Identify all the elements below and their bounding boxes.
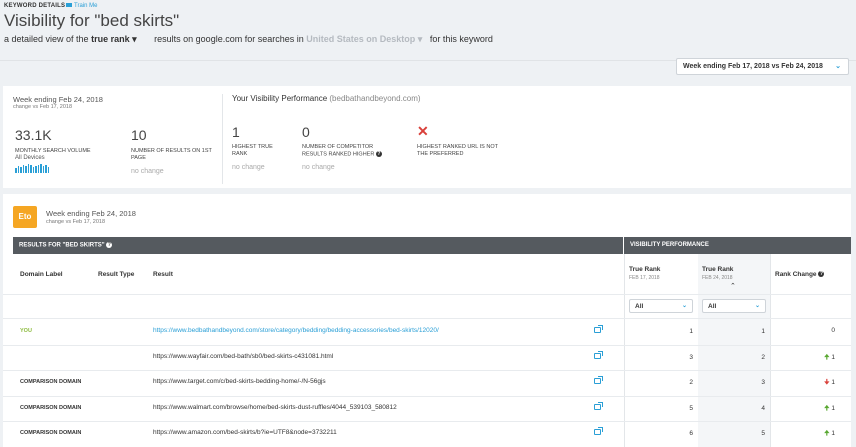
rank-prev: 1 (689, 328, 693, 335)
badge-icon: Eto (13, 206, 37, 228)
results-first-page-change: no change (131, 168, 164, 175)
competitors-higher-value: 0 (302, 124, 310, 140)
visibility-bar: VISIBILITY PERFORMANCE (624, 237, 851, 254)
col-rank-change[interactable]: Rank Change ? (775, 271, 825, 278)
table-row: COMPARISON DOMAIN https://www.walmart.co… (3, 396, 851, 422)
rank-change: 🠋 1 (824, 379, 835, 386)
result-url-link[interactable]: https://www.walmart.com/browse/home/bed-… (153, 404, 397, 411)
arrow-up-icon: 🠉 (824, 354, 830, 361)
domain-label: COMPARISON DOMAIN (20, 379, 82, 385)
arrow-down-icon: 🠋 (824, 379, 830, 386)
rank-current: 1 (761, 328, 765, 335)
rank-prev: 5 (689, 405, 693, 412)
result-url-link[interactable]: https://www.bedbathandbeyond.com/store/c… (153, 327, 439, 334)
result-url-link[interactable]: https://www.target.com/c/bed-skirts-bedd… (153, 378, 326, 385)
external-link-icon[interactable] (594, 376, 603, 384)
summary-divider (222, 94, 223, 184)
page-title: Visibility for "bed skirts" (4, 11, 180, 30)
col-true-rank-2-date: FEB 24, 2018 (702, 275, 733, 281)
results-card: Eto Week ending Feb 24, 2018 change vs F… (3, 194, 851, 447)
highest-rank-change: no change (232, 164, 265, 171)
help-icon[interactable]: ? (375, 151, 382, 157)
close-x-icon: ✕ (417, 123, 429, 139)
page-subtitle: a detailed view of the true rank ▾ resul… (4, 34, 493, 44)
section-label: KEYWORD DETAILS (4, 3, 66, 9)
search-volume-value: 33.1K (15, 127, 52, 143)
video-icon (66, 3, 72, 8)
result-url-link[interactable]: https://www.wayfair.com/bed-bath/sb0/bed… (153, 353, 333, 360)
highest-rank-value: 1 (232, 124, 240, 140)
col-result-type[interactable]: Result Type (98, 271, 134, 278)
domain-label: YOU (20, 328, 32, 334)
result-url-link[interactable]: https://www.amazon.com/bed-skirts/b?ie=U… (153, 429, 337, 436)
summary-change: change vs Feb 17, 2018 (13, 104, 73, 110)
results-bar: RESULTS FOR "bed skirts" ? (13, 237, 623, 254)
results-week: Week ending Feb 24, 2018 (46, 209, 136, 218)
rank1-filter-select[interactable]: All ⌄ (629, 299, 693, 313)
sort-ascending-icon[interactable]: ⌃ (730, 282, 736, 290)
rank-current: 2 (761, 354, 765, 361)
devices-label: All Devices (15, 155, 45, 161)
col-true-rank-2[interactable]: True Rank (702, 266, 733, 273)
results-first-page-label: NUMBER OF RESULTS ON 1ST PAGE (131, 148, 212, 161)
caret-down-icon: ▾ (417, 34, 423, 44)
row-divider (3, 294, 851, 295)
table-row: COMPARISON DOMAIN https://www.amazon.com… (3, 421, 851, 447)
chevron-down-icon: ⌄ (681, 303, 687, 309)
competitors-higher-label: NUMBER OF COMPETITOR RESULTS RANKED HIGH… (302, 144, 382, 158)
results-first-page-value: 10 (131, 127, 147, 143)
chevron-down-icon: ⌄ (835, 63, 841, 70)
help-icon[interactable]: ? (106, 242, 113, 248)
external-link-icon[interactable] (594, 402, 603, 410)
date-range-select[interactable]: Week ending Feb 17, 2018 vs Feb 24, 2018… (676, 58, 849, 75)
col-true-rank-1[interactable]: True Rank (629, 266, 660, 273)
preferred-url-label: HIGHEST RANKED URL IS NOT THE PREFERRED (417, 144, 498, 157)
table-row: https://www.wayfair.com/bed-bath/sb0/bed… (3, 345, 851, 371)
rank-change: 🠉 1 (824, 354, 835, 361)
col-domain-label[interactable]: Domain Label (20, 271, 63, 278)
domain-label: COMPARISON DOMAIN (20, 430, 82, 436)
rank-current: 4 (761, 405, 765, 412)
rank-prev: 2 (689, 379, 693, 386)
external-link-icon[interactable] (594, 427, 603, 435)
rank-current: 3 (761, 379, 765, 386)
highest-rank-label: HIGHEST TRUE RANK (232, 144, 273, 157)
help-icon[interactable]: ? (818, 271, 825, 278)
competitors-higher-change: no change (302, 164, 335, 171)
volume-sparkline (15, 164, 49, 173)
arrow-up-icon: 🠉 (824, 430, 830, 437)
rank-change: 🠉 1 (824, 430, 835, 437)
train-me-link[interactable]: Train Me (66, 3, 97, 9)
table-row: COMPARISON DOMAIN https://www.target.com… (3, 370, 851, 396)
rank2-filter-select[interactable]: All ⌄ (702, 299, 766, 313)
your-visibility-title: Your Visibility Performance (bedbathandb… (232, 94, 421, 103)
external-link-icon[interactable] (594, 325, 603, 333)
rank-change: 0 (831, 327, 835, 334)
col-true-rank-1-date: FEB 17, 2018 (629, 275, 660, 281)
external-link-icon[interactable] (594, 351, 603, 359)
rank-change: 🠉 1 (824, 405, 835, 412)
table-row: YOU https://www.bedbathandbeyond.com/sto… (3, 319, 851, 345)
rank-prev: 3 (689, 354, 693, 361)
chevron-down-icon: ⌄ (754, 303, 760, 309)
arrow-up-icon: 🠉 (824, 405, 830, 412)
caret-down-icon: ▾ (132, 34, 137, 44)
rank-mode-dropdown[interactable]: true rank ▾ (91, 34, 137, 44)
col-result[interactable]: Result (153, 271, 173, 278)
rank-current: 5 (761, 430, 765, 437)
results-change: change vs Feb 17, 2018 (46, 219, 106, 225)
summary-week: Week ending Feb 24, 2018 (13, 95, 103, 104)
summary-card: Week ending Feb 24, 2018 change vs Feb 1… (3, 86, 851, 188)
rank-prev: 6 (689, 430, 693, 437)
search-volume-label: MONTHLY SEARCH VOLUME (15, 148, 91, 154)
location-dropdown[interactable]: United States on Desktop ▾ (306, 34, 422, 44)
domain-label: COMPARISON DOMAIN (20, 405, 82, 411)
